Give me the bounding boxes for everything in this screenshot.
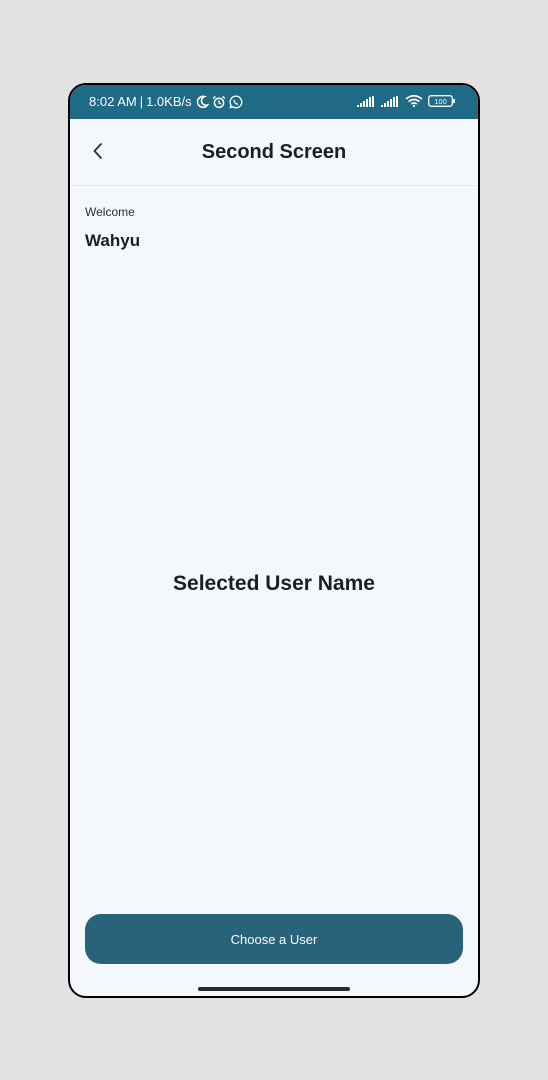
whatsapp-icon: [228, 95, 243, 109]
moon-icon: [195, 95, 210, 109]
battery-icon: 100: [428, 95, 456, 110]
choose-user-button[interactable]: Choose a User: [85, 914, 463, 964]
status-network-speed: 1.0KB/s: [146, 94, 192, 109]
phone-frame: 8:02 AM | 1.0KB/s 100 Second Screen Welc…: [68, 83, 480, 998]
status-bar: 8:02 AM | 1.0KB/s 100: [70, 85, 478, 119]
home-indicator: [198, 987, 350, 991]
app-bar: Second Screen: [70, 119, 478, 186]
welcome-user-name: Wahyu: [85, 231, 141, 250]
page-title: Second Screen: [201, 141, 347, 163]
status-left: 8:02 AM | 1.0KB/s: [89, 94, 243, 109]
welcome-label: Welcome: [85, 205, 135, 219]
status-separator: |: [139, 94, 144, 109]
wifi-icon: [405, 94, 423, 110]
battery-level: 100: [434, 97, 447, 106]
alarm-icon: [212, 95, 226, 109]
signal-icon: [381, 95, 400, 110]
status-right: 100: [357, 94, 456, 110]
status-time: 8:02 AM: [89, 94, 137, 109]
selected-user-name: Selected User Name: [173, 572, 375, 595]
signal-icon: [357, 95, 376, 110]
